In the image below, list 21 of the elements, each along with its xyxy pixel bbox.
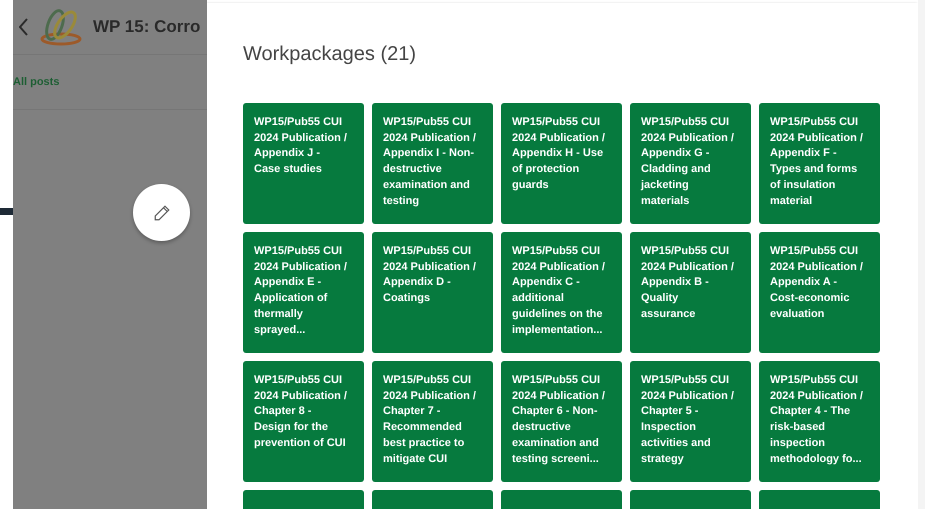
pencil-icon xyxy=(152,204,170,222)
workpackage-card[interactable]: WP15/Pub55 CUI 2024 Publication / Appendix E - Application of thermally sprayed... xyxy=(243,232,364,353)
workpackage-card[interactable]: WP15/Pub55 CUI 2024 Publication / Appendix F - Types and forms of insulation material xyxy=(759,103,880,224)
workpackage-card[interactable]: WP15/Pub55 CUI 2024 Publication / Appendix A - Cost-economic evaluation xyxy=(759,232,880,353)
workpackage-card[interactable]: WP15/Pub55 CUI 2024 Publication / Appendix H - Use of protection guards xyxy=(501,103,622,224)
workpackage-card[interactable]: WP15/Pub55 CUI 2024 Publication / Chapter 4 - The risk-based inspection methodology fo... xyxy=(759,361,880,482)
workpackage-card[interactable]: WP15/Pub55 CUI 2024 Publication / Appendix I - Non-destructive examination and testing xyxy=(372,103,493,224)
edit-button[interactable] xyxy=(133,184,190,241)
workpackage-card[interactable]: WP15/Pub55 CUI 2024 Publication / Appendix B - Quality assurance xyxy=(630,232,751,353)
window-edge xyxy=(0,208,13,215)
workpackage-card[interactable]: WP15/Pub55 CUI 2024 Publication / Chapter 8 - Design for the prevention of CUI xyxy=(243,361,364,482)
workpackage-card[interactable]: WP15/Pub55 CUI 2024 Publication / Appendix G - Cladding and jacketing materials xyxy=(630,103,751,224)
workpackage-card[interactable]: WP15/Pub55 CUI 2024 Publication / Chapter 5 - Inspection activities and strategy xyxy=(630,361,751,482)
back-icon[interactable] xyxy=(19,18,29,36)
workpackage-card[interactable]: WP15/Pub55 CUI 2024 Publication / Appendix J - Case studies xyxy=(243,103,364,224)
page-title: WP 15: Corro xyxy=(93,17,200,37)
modal-title: Workpackages (21) xyxy=(243,43,416,66)
workpackage-card[interactable]: WP15/Pub55 CUI 2024 Publication / Appendix C - additional guidelines on the implementation... xyxy=(501,232,622,353)
workpackage-card[interactable]: WP15/Pub55 CUI 2024 Publication / Chapter 6 - Non-destructive examination and testing screeni... xyxy=(501,361,622,482)
workpackage-card[interactable]: WP15/Pub55 CUI 2024 Publication / Chapter 7 - Recommended best practice to mitigate CUI xyxy=(372,361,493,482)
workpackage-card[interactable]: WP15/Pub55 CUI 2024 Publication / Appendix D - Coatings xyxy=(372,232,493,353)
